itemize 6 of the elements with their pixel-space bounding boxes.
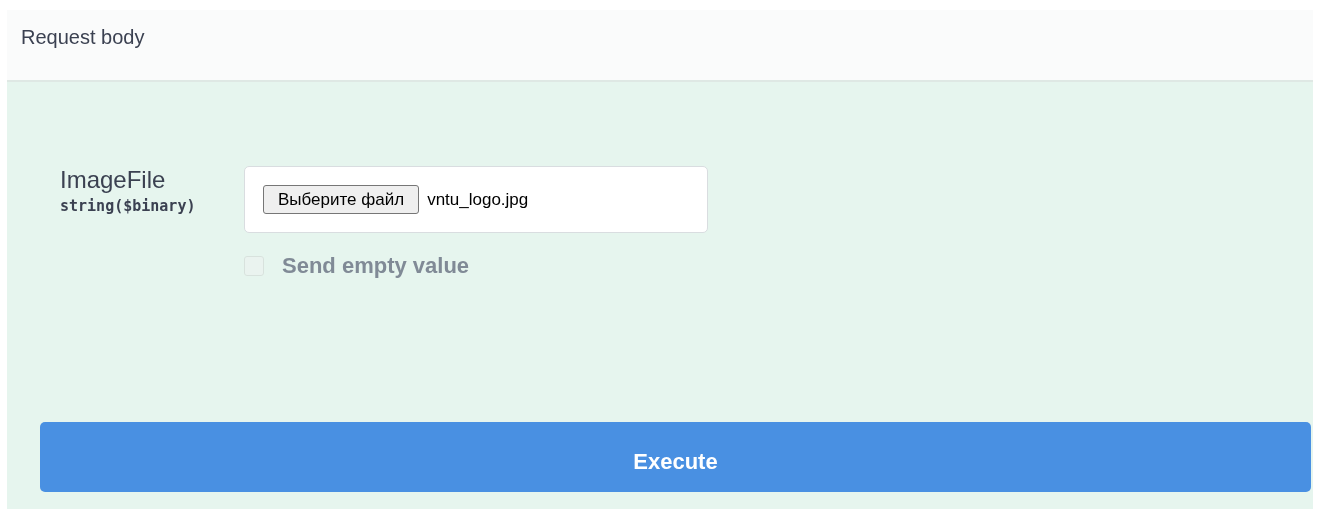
parameter-type: string($binary): [60, 195, 197, 217]
parameter-name: ImageFile: [60, 166, 167, 195]
file-name: vntu_logo.jpg: [427, 188, 529, 211]
section-title: Request body: [21, 26, 145, 48]
choose-file-button[interactable]: Выберите файл: [263, 184, 420, 215]
file-input[interactable]: Выберите файл vntu_logo.jpg: [244, 166, 708, 233]
